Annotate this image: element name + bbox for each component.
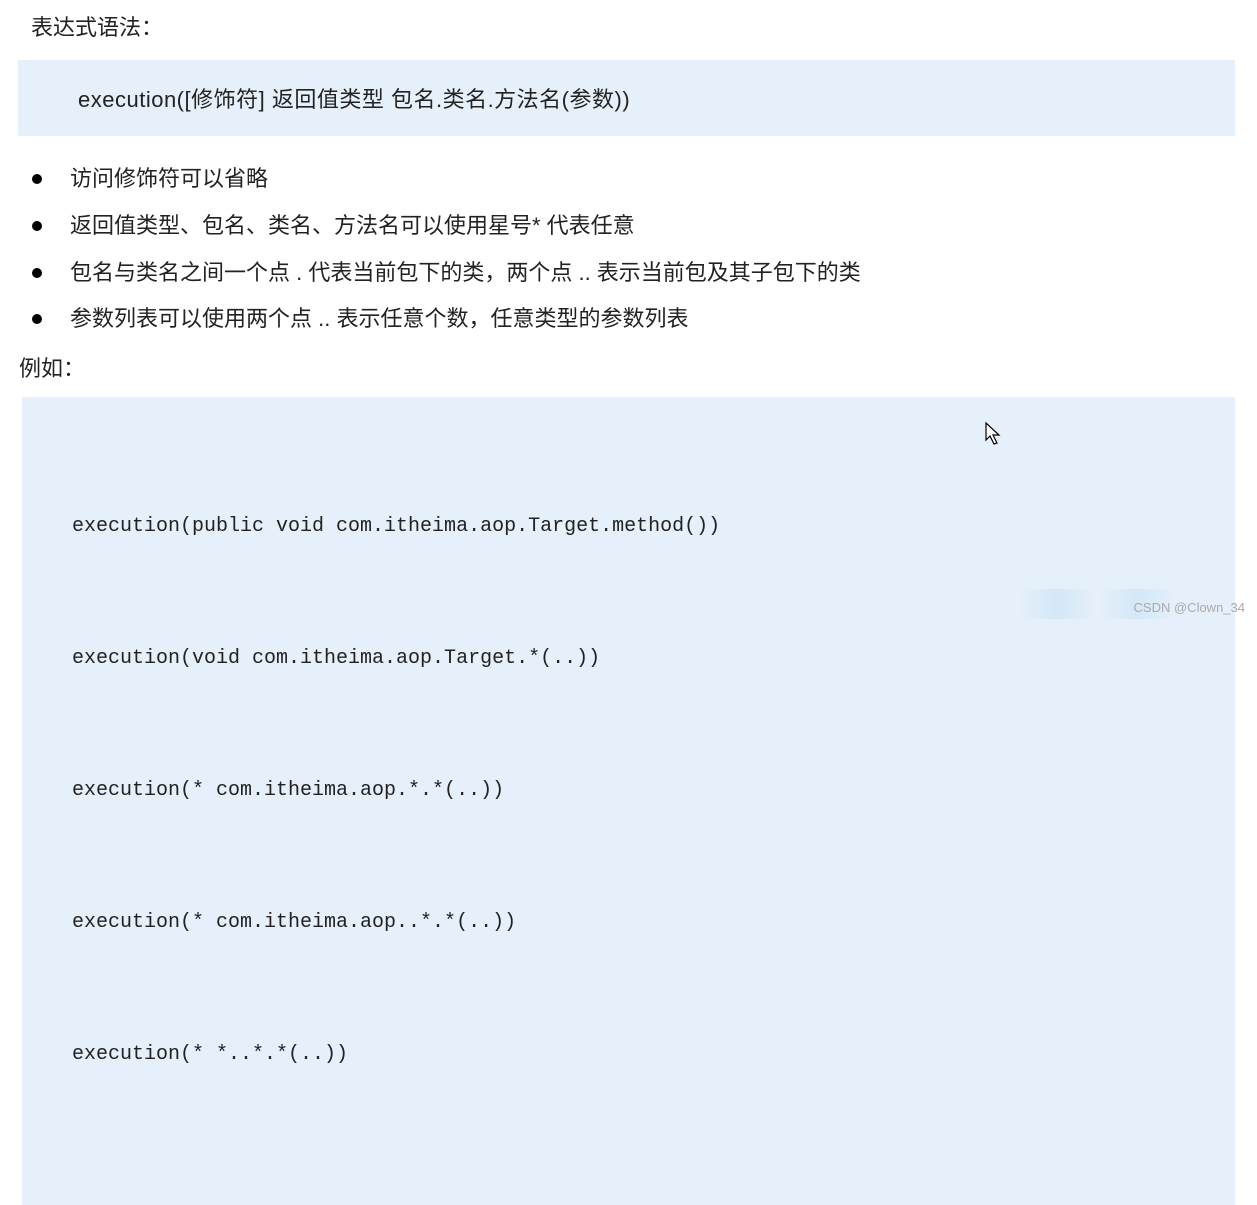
bullet-icon bbox=[32, 174, 42, 184]
document-container: 表达式语法： execution([修饰符] 返回值类型 包名.类名.方法名(参… bbox=[0, 0, 1257, 1205]
bullet-text: 参数列表可以使用两个点 .. 表示任意个数，任意类型的参数列表 bbox=[70, 304, 688, 335]
code-line: execution(* *..*.*(..)) bbox=[72, 1033, 1185, 1077]
example-label: 例如： bbox=[18, 351, 1239, 383]
bullet-text: 访问修饰符可以省略 bbox=[70, 164, 268, 195]
list-item: 返回值类型、包名、类名、方法名可以使用星号* 代表任意 bbox=[32, 211, 1239, 242]
syntax-text: execution([修饰符] 返回值类型 包名.类名.方法名(参数)) bbox=[78, 87, 630, 112]
list-item: 参数列表可以使用两个点 .. 表示任意个数，任意类型的参数列表 bbox=[32, 304, 1239, 335]
code-examples-box: execution(public void com.itheima.aop.Ta… bbox=[22, 397, 1235, 1205]
code-line: execution(void com.itheima.aop.Target.*(… bbox=[72, 637, 1185, 681]
list-item: 包名与类名之间一个点 . 代表当前包下的类，两个点 .. 表示当前包及其子包下的… bbox=[32, 258, 1239, 289]
bullet-icon bbox=[32, 314, 42, 324]
watermark-text: CSDN @Clown_34 bbox=[1134, 600, 1245, 615]
list-item: 访问修饰符可以省略 bbox=[32, 164, 1239, 195]
bullet-text: 返回值类型、包名、类名、方法名可以使用星号* 代表任意 bbox=[70, 211, 635, 242]
code-line: execution(* com.itheima.aop.*.*(..)) bbox=[72, 769, 1185, 813]
bullet-list: 访问修饰符可以省略 返回值类型、包名、类名、方法名可以使用星号* 代表任意 包名… bbox=[18, 164, 1239, 335]
syntax-definition-box: execution([修饰符] 返回值类型 包名.类名.方法名(参数)) bbox=[18, 60, 1235, 136]
bullet-icon bbox=[32, 268, 42, 278]
bullet-text: 包名与类名之间一个点 . 代表当前包下的类，两个点 .. 表示当前包及其子包下的… bbox=[70, 258, 861, 289]
bullet-icon bbox=[32, 221, 42, 231]
section-title: 表达式语法： bbox=[18, 10, 1239, 42]
code-line: execution(* com.itheima.aop..*.*(..)) bbox=[72, 901, 1185, 945]
code-line: execution(public void com.itheima.aop.Ta… bbox=[72, 505, 1185, 549]
